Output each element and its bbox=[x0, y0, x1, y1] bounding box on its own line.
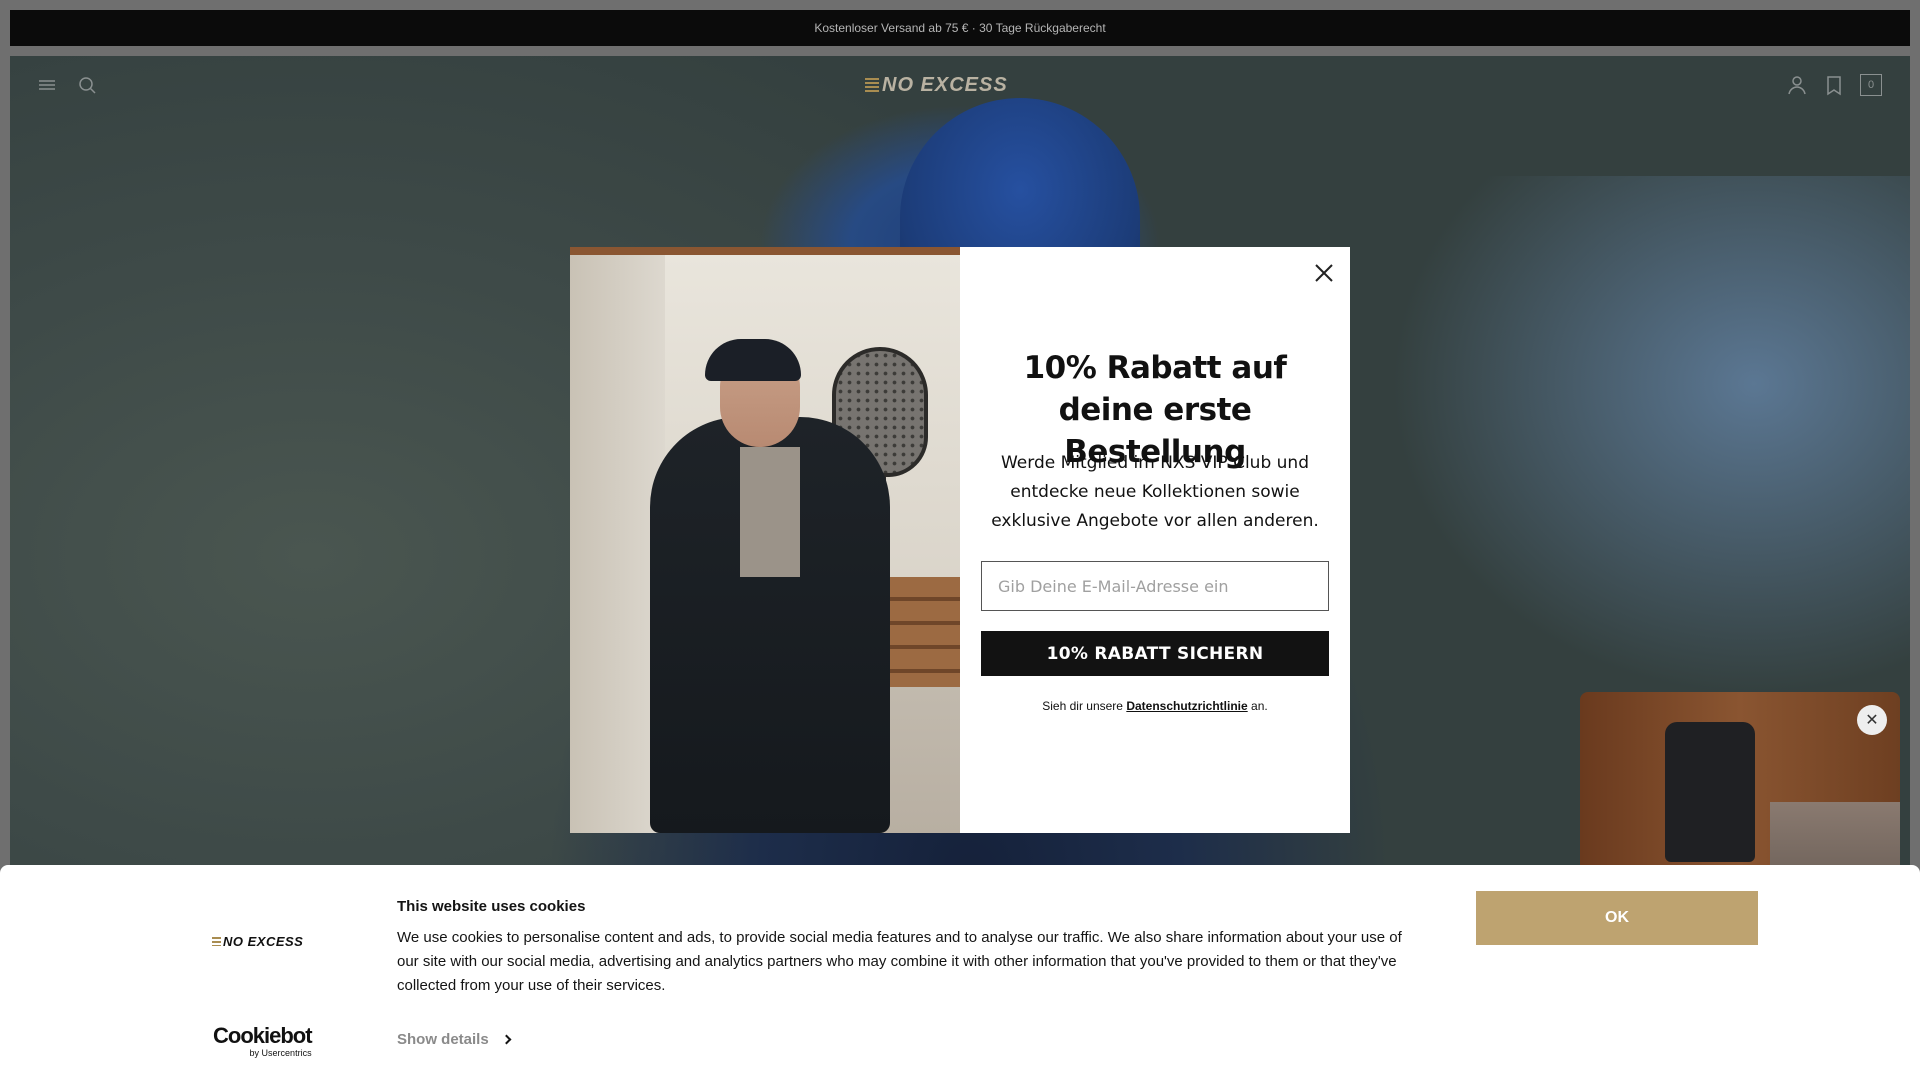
cookie-banner: NO EXCESS Cookiebot by Usercentrics This… bbox=[0, 865, 1920, 1080]
email-input[interactable] bbox=[981, 561, 1329, 611]
chevron-right-icon bbox=[501, 1034, 512, 1045]
search-icon[interactable] bbox=[76, 74, 98, 96]
cookie-ok-button[interactable]: OK bbox=[1476, 891, 1758, 945]
account-icon[interactable] bbox=[1786, 74, 1808, 96]
modal-description: Werde Mitglied im NXS VIP Club und entde… bbox=[991, 453, 1319, 531]
announcement-text: Kostenloser Versand ab 75 € · 30 Tage Rü… bbox=[814, 21, 1106, 35]
cookie-text: We use cookies to personalise content an… bbox=[397, 929, 1402, 994]
claim-discount-button[interactable]: 10% RABATT SICHERN bbox=[981, 631, 1329, 676]
announcement-bar: Kostenloser Versand ab 75 € · 30 Tage Rü… bbox=[10, 10, 1910, 46]
wishlist-icon[interactable] bbox=[1823, 74, 1845, 96]
logo-mark-icon bbox=[212, 937, 221, 946]
backpack-image bbox=[1665, 722, 1755, 862]
close-icon[interactable] bbox=[1310, 259, 1338, 287]
menu-icon[interactable] bbox=[36, 74, 58, 96]
cookie-title: This website uses cookies bbox=[397, 898, 586, 915]
teaser-close-icon[interactable]: ✕ bbox=[1857, 705, 1887, 735]
logo-mark-icon bbox=[865, 78, 879, 92]
site-header: NO EXCESS 0 bbox=[10, 56, 1910, 116]
cookiebot-logo[interactable]: Cookiebot by Usercentrics bbox=[213, 1025, 313, 1059]
privacy-note: Sieh dir unsere Datenschutzrichtlinie an… bbox=[1042, 699, 1268, 713]
cart-count: 0 bbox=[1860, 74, 1882, 96]
cart-icon[interactable]: 0 bbox=[1860, 74, 1882, 96]
site-logo[interactable]: NO EXCESS bbox=[865, 74, 1008, 98]
modal-content: 10% Rabatt auf deine erste Bestellung We… bbox=[960, 247, 1350, 833]
newsletter-modal: 10% Rabatt auf deine erste Bestellung We… bbox=[570, 247, 1350, 833]
cookie-banner-logo: NO EXCESS bbox=[212, 934, 303, 949]
modal-image bbox=[570, 247, 960, 833]
privacy-policy-link[interactable]: Datenschutzrichtlinie bbox=[1126, 699, 1247, 713]
video-teaser[interactable] bbox=[1580, 692, 1900, 892]
show-details-link[interactable]: Show details bbox=[397, 1031, 512, 1048]
